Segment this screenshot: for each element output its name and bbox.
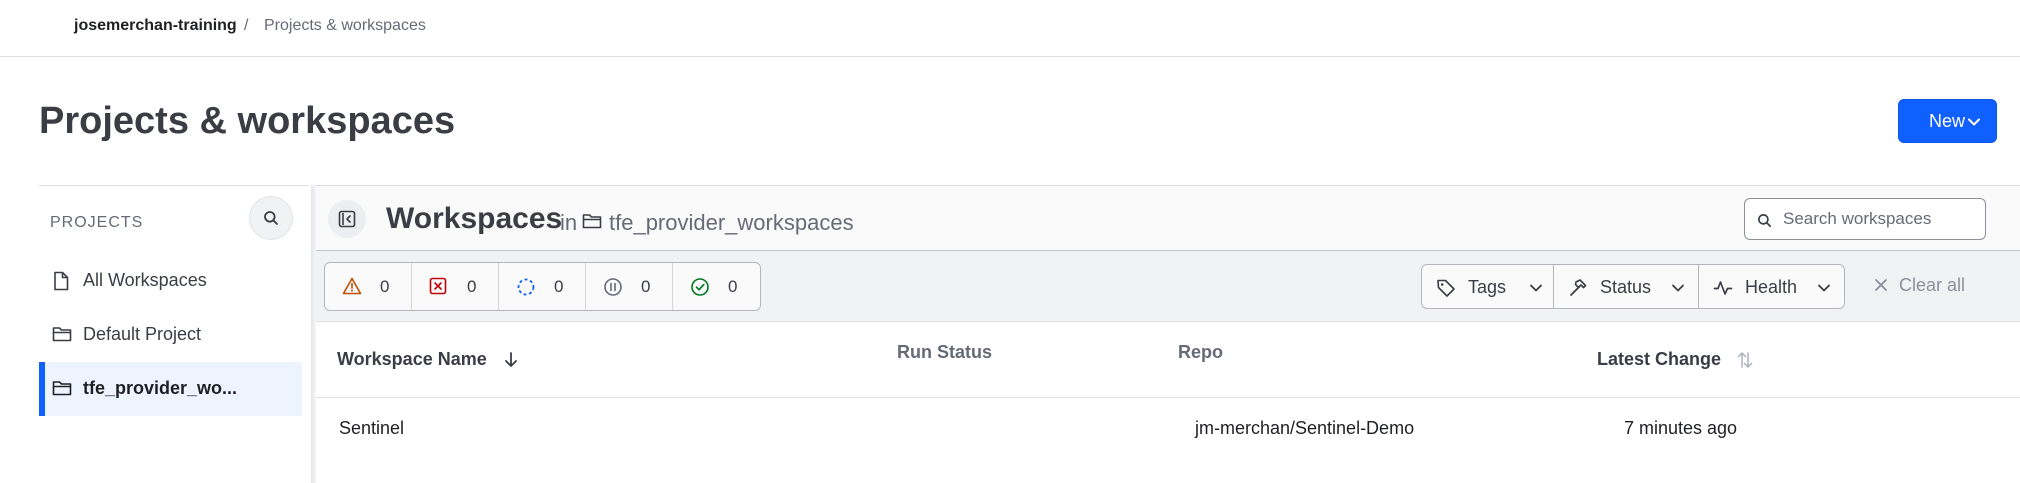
top-bar: josemerchan-training / Projects & worksp… bbox=[0, 0, 2020, 57]
workspaces-project-name: tfe_provider_workspaces bbox=[609, 210, 854, 235]
column-header-workspace-name[interactable]: Workspace Name bbox=[337, 349, 517, 370]
column-header-latest-change[interactable]: Latest Change bbox=[1597, 349, 1753, 370]
column-header-run-status: Run Status bbox=[897, 342, 993, 362]
workspace-search-input[interactable] bbox=[1783, 207, 1978, 231]
breadcrumb-current: Projects & workspaces bbox=[264, 17, 426, 34]
projects-header: PROJECTS bbox=[39, 185, 309, 245]
filter-dropdown-group: Tags Status Health bbox=[1421, 264, 1845, 309]
collapse-sidebar-button[interactable] bbox=[328, 200, 366, 238]
sidebar-item-label: tfe_provider_wo... bbox=[83, 378, 238, 398]
status-count: 0 bbox=[467, 277, 477, 296]
hammer-icon bbox=[1570, 279, 1587, 296]
workspaces-in-label: in bbox=[560, 210, 578, 235]
clear-all-label: Clear all bbox=[1899, 275, 1966, 295]
health-filter-label: Health bbox=[1745, 277, 1798, 297]
status-count: 0 bbox=[728, 277, 738, 296]
arrow-down-icon bbox=[505, 352, 517, 367]
status-filter-dropdown[interactable]: Status bbox=[1554, 265, 1699, 308]
filter-bar: 0 0 0 0 0 Tags Status Health Clear all bbox=[316, 251, 2020, 322]
sort-icon bbox=[1737, 352, 1753, 368]
new-button-label: New bbox=[1929, 110, 1966, 131]
warning-triangle-icon bbox=[342, 277, 362, 295]
search-icon bbox=[264, 211, 278, 225]
status-count: 0 bbox=[554, 277, 564, 296]
search-icon bbox=[1758, 214, 1771, 227]
file-icon bbox=[54, 271, 69, 291]
tags-filter-label: Tags bbox=[1468, 277, 1507, 297]
column-header-label: Latest Change bbox=[1597, 349, 1722, 369]
column-header-repo: Repo bbox=[1178, 342, 1223, 362]
health-filter-dropdown[interactable]: Health bbox=[1699, 265, 1844, 308]
status-filter-running[interactable]: 0 bbox=[499, 263, 586, 310]
tag-icon bbox=[1437, 279, 1455, 297]
table-header-divider bbox=[316, 397, 2020, 398]
sidebar-item-default-project[interactable]: Default Project bbox=[39, 308, 302, 362]
status-count: 0 bbox=[641, 277, 651, 296]
activity-icon bbox=[1713, 281, 1733, 295]
tags-filter-dropdown[interactable]: Tags bbox=[1422, 265, 1554, 308]
page-title: Projects & workspaces bbox=[39, 100, 456, 142]
project-search-button[interactable] bbox=[249, 196, 293, 240]
loading-icon bbox=[517, 278, 535, 296]
new-button[interactable]: New bbox=[1898, 99, 1997, 143]
projects-label: PROJECTS bbox=[50, 214, 144, 231]
sidebar-item-tfe-provider-workspaces[interactable]: tfe_provider_wo... bbox=[39, 362, 302, 416]
workspace-search-field[interactable] bbox=[1744, 198, 1986, 240]
sidebar-item-label: All Workspaces bbox=[83, 270, 207, 290]
status-count-group: 0 0 0 0 0 bbox=[324, 262, 761, 311]
breadcrumb-org-link[interactable]: josemerchan-training bbox=[74, 17, 237, 35]
status-filter-errored[interactable]: 0 bbox=[412, 263, 499, 310]
sidebar-collapse-icon bbox=[338, 210, 356, 228]
status-filter-label: Status bbox=[1600, 277, 1652, 297]
folder-icon bbox=[52, 381, 72, 396]
sidebar-item-all-workspaces[interactable]: All Workspaces bbox=[39, 254, 302, 308]
workspaces-title: Workspaces bbox=[386, 202, 563, 235]
status-filter-applied[interactable]: 0 bbox=[673, 263, 760, 310]
chevron-down-icon bbox=[1530, 284, 1542, 292]
sidebar-item-label: Default Project bbox=[83, 324, 202, 344]
folder-icon bbox=[582, 214, 602, 229]
workspaces-header: Workspaces in tfe_provider_workspaces bbox=[316, 185, 2020, 251]
latest-change-cell: 7 minutes ago bbox=[1624, 418, 1738, 438]
folder-icon bbox=[52, 327, 72, 342]
check-circle-icon bbox=[691, 278, 709, 296]
status-count: 0 bbox=[380, 277, 390, 296]
close-icon bbox=[1875, 279, 1887, 291]
workspace-name-link[interactable]: Sentinel bbox=[339, 418, 404, 439]
chevron-down-icon bbox=[1968, 118, 1980, 126]
status-filter-warning[interactable]: 0 bbox=[325, 263, 412, 310]
chevron-down-icon bbox=[1818, 284, 1830, 292]
repo-link[interactable]: jm-merchan/Sentinel-Demo bbox=[1195, 418, 1414, 439]
x-square-icon bbox=[429, 277, 447, 295]
pause-circle-icon bbox=[604, 278, 622, 296]
chevron-down-icon bbox=[1672, 284, 1684, 292]
breadcrumb-separator: / bbox=[244, 17, 249, 34]
column-header-label: Workspace Name bbox=[337, 349, 487, 369]
status-filter-paused[interactable]: 0 bbox=[586, 263, 673, 310]
